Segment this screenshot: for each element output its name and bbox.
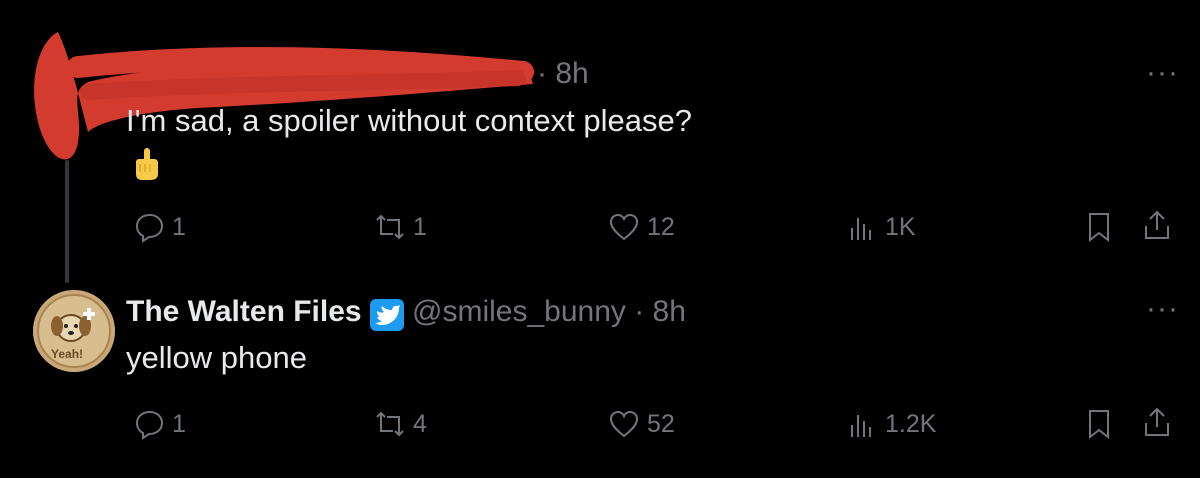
tweet2-views-button[interactable]: 1.2K [845,407,936,441]
tweet2-bookmark-button[interactable] [1082,407,1116,441]
tweet1-reply-button[interactable]: 1 [132,210,186,244]
avatar-label: Yeah! [51,347,83,361]
share-icon [1145,407,1169,436]
tweet2-repost-button[interactable]: 4 [373,407,427,441]
tweet1-reply-count: 1 [172,212,186,241]
tweet2-reply-count: 1 [172,409,186,438]
views-icon [851,218,871,240]
tweet2-share-button[interactable] [1140,405,1174,439]
tweet2-like-count: 52 [647,409,675,438]
share-icon [1145,210,1169,239]
point-up-emoji-icon [136,148,158,180]
tweet1-bookmark-button[interactable] [1082,210,1116,244]
tweet2-like-button[interactable]: 52 [607,407,675,441]
thread-line [65,160,69,283]
verified-badge-icon [370,299,404,331]
tweet1-more-icon[interactable]: ··· [1146,58,1179,88]
tweet1-time[interactable]: · 8h [537,57,589,91]
tweet1-like-count: 12 [647,212,675,241]
bookmark-icon [1089,213,1109,243]
tweet2-reply-button[interactable]: 1 [132,407,186,441]
reply-icon [135,213,164,243]
views-icon [851,415,871,437]
like-icon [609,213,639,241]
tweet1-like-button[interactable]: 12 [607,210,675,244]
tweet1-views-count: 1K [885,212,916,241]
tweet2-handle[interactable]: @smiles_bunny · 8h [412,295,686,329]
tweet1-views-button[interactable]: 1K [845,210,916,244]
repost-icon [376,411,404,437]
like-icon [609,410,639,438]
bookmark-icon [1089,410,1109,440]
tweet2-views-count: 1.2K [885,409,937,438]
tweet1-share-button[interactable] [1140,208,1174,242]
avatar[interactable]: Yeah! [33,290,115,372]
tweet1-repost-count: 1 [413,212,427,241]
tweet2-more-icon[interactable]: ··· [1146,294,1179,324]
tweet1-text: I'm sad, a spoiler without context pleas… [126,103,692,138]
tweet2-repost-count: 4 [413,409,427,438]
repost-icon [376,214,404,240]
redaction-scribble [34,32,534,160]
tweet2-display-name[interactable]: The Walten Files [126,295,362,329]
reply-icon [135,410,164,440]
tweet1-repost-button[interactable]: 1 [373,210,427,244]
tweet2-text: yellow phone [126,340,307,375]
